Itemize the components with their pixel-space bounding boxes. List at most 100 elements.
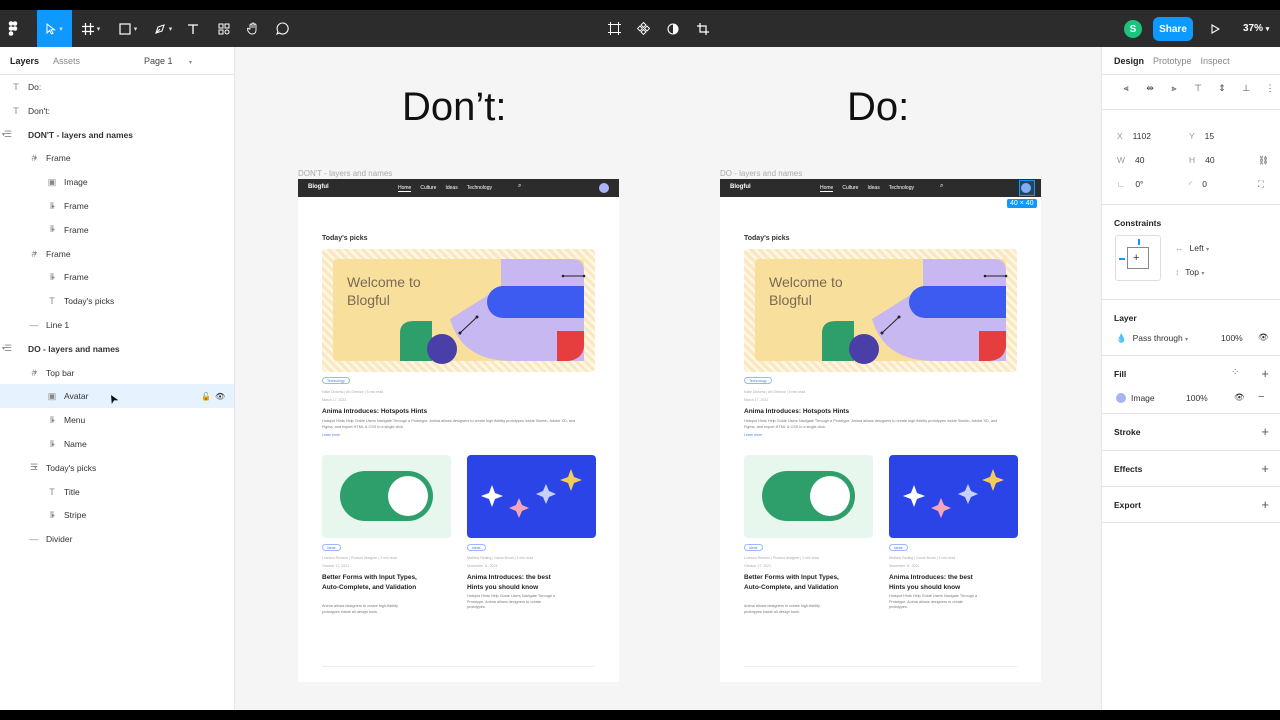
fill-type[interactable]: Image	[1131, 393, 1155, 403]
constraint-top-marker[interactable]	[1138, 239, 1140, 245]
rotation-field[interactable]: ∟ 0°	[1117, 179, 1143, 189]
layer-row[interactable]: ▸ ⦀ Frame	[0, 194, 234, 218]
y-field[interactable]: Y 15	[1189, 131, 1214, 141]
eye-icon[interactable]: 👁	[1234, 392, 1245, 403]
mock-nav-technology[interactable]: Technology	[467, 185, 492, 192]
mock-nav-ideas[interactable]: Ideas	[445, 185, 457, 192]
add-fill-icon[interactable]: +	[1261, 366, 1269, 381]
align-right-icon[interactable]: ⫸	[1162, 81, 1186, 95]
mock-post1-tag[interactable]: Technology	[322, 377, 350, 384]
resources-button[interactable]	[215, 10, 233, 47]
layer-row[interactable]: ▸ ⦀ Frame	[0, 218, 234, 242]
mask-button[interactable]	[664, 10, 682, 47]
mock-post1-title[interactable]: Anima Introduces: Hotspots Hints	[744, 407, 1017, 417]
do-frame-label[interactable]: DO - layers and names	[720, 169, 802, 178]
layer-row[interactable]: ▸ ⦀ Menu	[0, 408, 234, 432]
mock-post1-link[interactable]: Learn more	[744, 433, 762, 437]
do-title[interactable]: Do:	[847, 85, 909, 130]
width-field[interactable]: W 40	[1117, 155, 1145, 165]
mock-post2-tag[interactable]: Ideas	[744, 544, 763, 551]
dont-title[interactable]: Don’t:	[402, 85, 507, 130]
mock-post2-tag[interactable]: Ideas	[322, 544, 341, 551]
add-export-icon[interactable]: +	[1261, 497, 1269, 512]
distribute-icon[interactable]: ⋮	[1258, 81, 1280, 95]
layer-opacity-value[interactable]: 100%	[1221, 333, 1243, 343]
mock-post3-title[interactable]: Anima Introduces: the best Hints you sho…	[467, 573, 567, 593]
shape-tool-button[interactable]: ▾	[114, 10, 142, 47]
layer-row[interactable]: T Do:	[0, 75, 234, 99]
unlock-icon[interactable]: 🔓	[201, 392, 211, 401]
constraint-left-marker[interactable]	[1119, 258, 1125, 260]
layer-row[interactable]: ▸ ⦀ Name	[0, 432, 234, 456]
horizontal-constraint-select[interactable]: ↔ Left ▾	[1175, 243, 1209, 253]
style-grid-icon[interactable]: ⁘	[1231, 367, 1239, 378]
mock-top-bar[interactable]: Blogful Home Culture Ideas Technology ⌕	[720, 179, 1041, 197]
tab-inspect[interactable]: Inspect	[1201, 56, 1230, 66]
mock-post2-title[interactable]: Better Forms with Input Types, Auto-Comp…	[744, 573, 844, 593]
layer-row[interactable]: — Line 1	[0, 313, 234, 337]
mock-post2-title[interactable]: Better Forms with Input Types, Auto-Comp…	[322, 573, 422, 593]
layer-row[interactable]: — Divider	[0, 527, 234, 551]
pen-tool-button[interactable]: ▾	[149, 10, 177, 47]
main-menu-button[interactable]	[0, 10, 26, 47]
layer-row[interactable]: ▸ ⦀ Stripe	[0, 503, 234, 527]
independent-corners-icon[interactable]: ⛶	[1258, 179, 1264, 190]
layer-row[interactable]: ▾ ☰ DON'T - layers and names	[0, 123, 234, 147]
align-center-h-icon[interactable]: ⇹	[1138, 81, 1162, 95]
tab-design[interactable]: Design	[1114, 56, 1144, 66]
blend-mode-select[interactable]: 💧 Pass through ▾	[1116, 333, 1188, 344]
layer-row[interactable]: T Title	[0, 480, 234, 504]
do-frame[interactable]: Blogful Home Culture Ideas Technology ⌕ …	[720, 179, 1041, 682]
layer-row[interactable]: ▾ ☰ Today's picks	[0, 456, 234, 480]
mock-divider[interactable]	[744, 666, 1017, 667]
mock-nav-ideas[interactable]: Ideas	[867, 185, 879, 192]
align-left-icon[interactable]: ⫷	[1114, 81, 1138, 95]
constrain-proportions-icon[interactable]: ⛓	[1258, 155, 1269, 166]
mock-hero-image[interactable]: Welcome to Blogful	[322, 249, 595, 372]
text-tool-button[interactable]	[184, 10, 202, 47]
create-component-button[interactable]	[634, 10, 652, 47]
align-center-v-icon[interactable]: ⇕	[1210, 81, 1234, 95]
hand-tool-button[interactable]	[244, 10, 262, 47]
frame-tool-button[interactable]: ▾	[78, 10, 104, 47]
mock-avatar[interactable]	[599, 183, 609, 193]
comment-tool-button[interactable]	[273, 10, 291, 47]
height-field[interactable]: H 40	[1189, 155, 1215, 165]
fill-opacity-value[interactable]: 100%	[1186, 393, 1208, 403]
layer-row[interactable]: ▸ ⦀ Frame	[0, 265, 234, 289]
layer-row[interactable]: ▾ # Frame	[0, 242, 234, 266]
layer-row[interactable]: ▾ # Top bar	[0, 361, 234, 385]
mock-nav-culture[interactable]: Culture	[842, 185, 858, 192]
eye-icon[interactable]: 👁	[215, 392, 225, 401]
x-field[interactable]: X 1102	[1117, 131, 1151, 141]
search-icon[interactable]: ⌕	[518, 183, 521, 190]
eye-icon[interactable]: 👁	[1258, 332, 1269, 343]
canvas[interactable]: Don’t: Do: DON'T - layers and names DO -…	[235, 47, 1101, 710]
component-create-button[interactable]	[605, 10, 623, 47]
tab-assets[interactable]: Assets	[53, 56, 80, 66]
share-button[interactable]: Share	[1153, 17, 1193, 41]
layer-row[interactable]: ▣ Avatar 🔓 👁 ➤	[0, 384, 234, 409]
mock-card-stars[interactable]	[889, 455, 1018, 538]
mock-nav-technology[interactable]: Technology	[889, 185, 914, 192]
crop-button[interactable]	[694, 10, 712, 47]
present-button[interactable]	[1207, 10, 1223, 47]
layer-row[interactable]: ▾ # Frame	[0, 146, 234, 170]
mock-post1-tag[interactable]: Technology	[744, 377, 772, 384]
align-bottom-icon[interactable]: ⊥	[1234, 81, 1258, 95]
search-icon[interactable]: ⌕	[940, 183, 943, 190]
align-top-icon[interactable]: ⊤	[1186, 81, 1210, 95]
mock-post1-title[interactable]: Anima Introduces: Hotspots Hints	[322, 407, 595, 417]
layer-row[interactable]: ▾ ☰ DO - layers and names	[0, 337, 234, 361]
add-effect-icon[interactable]: +	[1261, 461, 1269, 476]
mock-nav-home[interactable]: Home	[820, 185, 834, 192]
vertical-constraint-select[interactable]: ↕ Top ▾	[1175, 267, 1204, 277]
mock-hero-image[interactable]: Welcome to Blogful	[744, 249, 1017, 372]
layer-row[interactable]: ▣ Image	[0, 170, 234, 194]
radius-field[interactable]: ◜ 0	[1189, 179, 1207, 190]
tab-layers[interactable]: Layers	[10, 56, 39, 66]
move-tool-button[interactable]: ▾	[37, 10, 72, 47]
add-stroke-icon[interactable]: +	[1261, 424, 1269, 439]
fill-swatch[interactable]	[1116, 393, 1126, 403]
user-avatar[interactable]: S	[1124, 20, 1142, 38]
